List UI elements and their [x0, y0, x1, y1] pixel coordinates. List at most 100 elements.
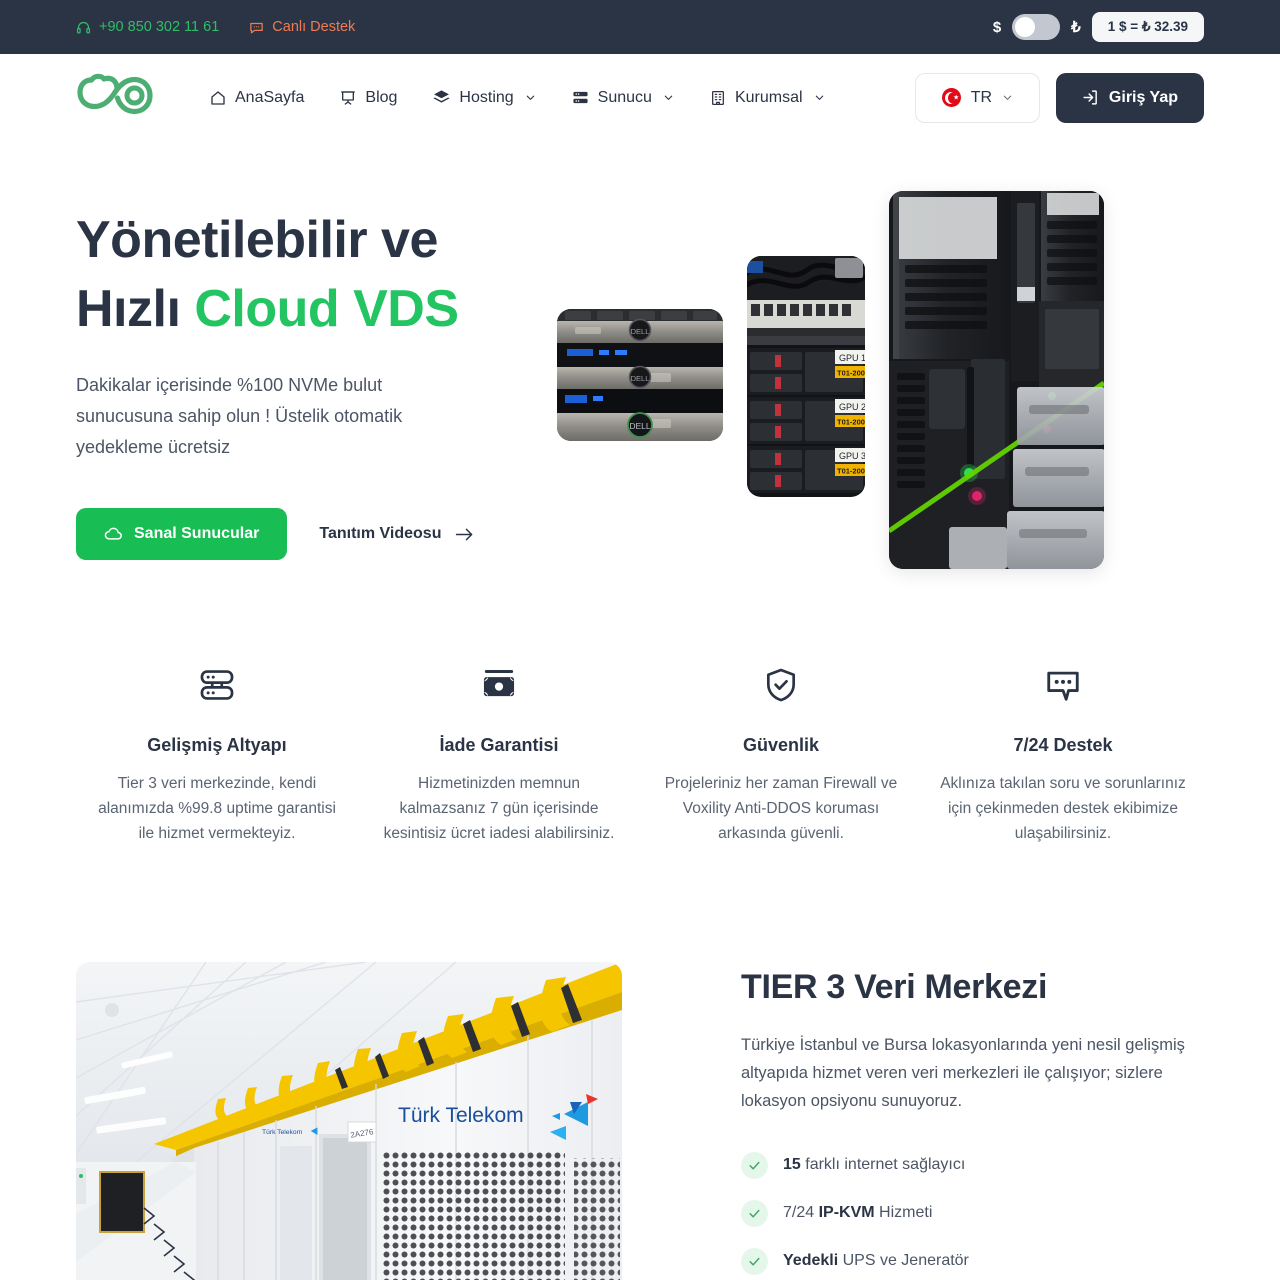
- layers-icon: [433, 89, 451, 106]
- main-navigation: AnaSayfa Blog Hosting Sunucu Kurumsal: [192, 81, 843, 115]
- hero-title-line1: Yönetilebilir ve: [76, 211, 438, 269]
- feature-card-guvenlik: Güvenlik Projeleriniz her zaman Firewall…: [640, 663, 922, 846]
- list-item-bold: IP-KVM: [818, 1204, 875, 1222]
- top-bar: +90 850 302 11 61 Canlı Destek $ ₺ 1 $ =…: [0, 0, 1280, 54]
- easel-icon: [340, 90, 356, 106]
- server-icon: [572, 89, 589, 106]
- site-header: AnaSayfa Blog Hosting Sunucu Kurumsal ★ …: [0, 54, 1280, 141]
- feature-text: Tier 3 veri merkezinde, kendi alanımızda…: [98, 775, 336, 843]
- feature-text: Projeleriniz her zaman Firewall ve Voxil…: [664, 775, 898, 843]
- tier3-title: TIER 3 Veri Merkezi: [741, 967, 1048, 1006]
- hero-section: Yönetilebilir ve Hızlı Cloud VDS Dakikal…: [0, 141, 1280, 569]
- hero-subtitle: Dakikalar içerisinde %100 NVMe bulut sun…: [76, 375, 403, 458]
- language-selector[interactable]: TR: [914, 72, 1040, 123]
- list-item-pre: 7/24: [783, 1204, 819, 1222]
- svg-text:DELL: DELL: [629, 421, 651, 431]
- sanal-sunucular-button[interactable]: Sanal Sunucular: [76, 508, 288, 561]
- tier3-description: Türkiye İstanbul ve Bursa lokasyonlarınd…: [741, 1035, 1185, 1111]
- nav-label: Blog: [365, 88, 398, 106]
- page-title: Yönetilebilir ve Hızlı Cloud VDS: [76, 206, 546, 344]
- header-actions: TR Giriş Yap: [914, 72, 1204, 123]
- currency-toggle[interactable]: [1012, 14, 1061, 40]
- exchange-rate-pill: 1 $ = ₺ 32.39: [1091, 12, 1204, 42]
- nav-label: Kurumsal: [734, 88, 803, 106]
- svg-text:T01-2003: T01-2003: [837, 418, 865, 427]
- nav-label: AnaSayfa: [235, 88, 305, 106]
- dell-servers-photo: DELL DELL DELL: [557, 309, 723, 441]
- feature-text: Aklınıza takılan soru ve sorunlarınız iç…: [940, 775, 1186, 843]
- features-section: Gelişmiş Altyapı Tier 3 veri merkezinde,…: [0, 560, 1280, 846]
- list-item-rest: UPS ve Jeneratör: [838, 1252, 969, 1270]
- hero-actions: Sanal Sunucular Tanıtım Videosu: [76, 508, 546, 561]
- nav-item-hosting[interactable]: Hosting: [415, 81, 553, 115]
- money-bill-icon: [376, 663, 622, 707]
- list-item-rest: farklı internet sağlayıcı: [800, 1156, 966, 1174]
- shield-check-icon: [658, 663, 904, 707]
- chevron-down-icon: [525, 92, 536, 103]
- svg-text:Türk Telekom: Türk Telekom: [398, 1104, 524, 1127]
- chevron-down-icon: [663, 92, 674, 103]
- feature-title: 7/24 Destek: [1013, 735, 1113, 756]
- hero-copy: Yönetilebilir ve Hızlı Cloud VDS Dakikal…: [76, 184, 546, 561]
- chat-icon: [249, 20, 264, 35]
- tier3-content: TIER 3 Veri Merkezi Türkiye İstanbul ve …: [622, 962, 1204, 1280]
- phone-link[interactable]: +90 850 302 11 61: [76, 19, 219, 35]
- tanitim-videosu-link[interactable]: Tanıtım Videosu: [305, 525, 488, 543]
- chevron-down-icon: [814, 92, 825, 103]
- hero-image-collage: DELL DELL DELL GPU 1 T01-200 GPU 2 T01-2…: [546, 184, 1204, 569]
- language-label: TR: [970, 88, 993, 106]
- tanitim-videosu-label: Tanıtım Videosu: [319, 525, 442, 543]
- feature-card-destek: 7/24 Destek Aklınıza takılan soru ve sor…: [922, 663, 1204, 846]
- hero-title-accent: Cloud VDS: [194, 280, 459, 339]
- phone-number: +90 850 302 11 61: [99, 19, 220, 35]
- nav-label: Hosting: [459, 88, 514, 106]
- check-icon: [741, 1151, 768, 1179]
- svg-text:DELL: DELL: [631, 374, 650, 383]
- usd-symbol: $: [992, 18, 1002, 36]
- cloud-infinity-logo[interactable]: [76, 72, 156, 124]
- check-icon: [741, 1247, 768, 1275]
- try-symbol: ₺: [1071, 19, 1081, 36]
- headset-icon: [76, 20, 91, 35]
- building-icon: [710, 90, 726, 106]
- nav-label: Sunucu: [597, 88, 652, 106]
- login-label: Giriş Yap: [1108, 88, 1178, 106]
- turkey-flag-icon: [941, 88, 961, 107]
- list-item-text: Yedekli UPS ve Jeneratör: [783, 1252, 969, 1270]
- svg-text:GPU 2: GPU 2: [839, 402, 865, 412]
- chat-dots-icon: [940, 663, 1186, 707]
- tier3-section: 2A276 Türk Telekom Türk Telekom TIER 3 V…: [0, 847, 1280, 1280]
- feature-title: Gelişmiş Altyapı: [147, 735, 287, 756]
- database-stack-icon: [94, 663, 340, 707]
- nav-item-kurumsal[interactable]: Kurumsal: [692, 81, 843, 115]
- nav-item-blog[interactable]: Blog: [322, 81, 415, 115]
- list-item: 7/24 IP-KVM Hizmeti: [741, 1199, 1204, 1227]
- list-item-text: 15 farklı internet sağlayıcı: [783, 1156, 965, 1174]
- server-rack-closeup-photo: [889, 191, 1104, 569]
- list-item-bold: Yedekli: [783, 1252, 839, 1270]
- svg-text:T01-2002: T01-2002: [837, 369, 865, 378]
- feature-card-iade: İade Garantisi Hizmetinizden memnun kalm…: [358, 663, 640, 846]
- svg-text:DELL: DELL: [631, 327, 650, 336]
- turk-telekom-datacenter-photo: 2A276 Türk Telekom Türk Telekom: [76, 961, 622, 1280]
- hero-title-line2: Hızlı: [76, 280, 195, 339]
- svg-text:Türk Telekom: Türk Telekom: [262, 1129, 303, 1136]
- chevron-down-icon: [1002, 92, 1013, 103]
- tier3-feature-list: 15 farklı internet sağlayıcı 7/24 IP-KVM…: [741, 1151, 1204, 1280]
- sanal-sunucular-label: Sanal Sunucular: [134, 525, 260, 543]
- top-bar-left: +90 850 302 11 61 Canlı Destek: [76, 19, 355, 35]
- nav-item-anasayfa[interactable]: AnaSayfa: [192, 81, 322, 115]
- login-icon: [1082, 89, 1099, 106]
- arrow-right-icon: [455, 527, 474, 542]
- currency-switcher: $ ₺ 1 $ = ₺ 32.39: [993, 12, 1204, 42]
- login-button[interactable]: Giriş Yap: [1055, 72, 1204, 123]
- list-item-text: 7/24 IP-KVM Hizmeti: [783, 1204, 932, 1222]
- svg-text:GPU 1: GPU 1: [839, 353, 865, 363]
- svg-text:GPU 3: GPU 3: [839, 451, 865, 461]
- live-support-label: Canlı Destek: [272, 19, 356, 35]
- check-icon: [741, 1199, 768, 1227]
- feature-card-altyapi: Gelişmiş Altyapı Tier 3 veri merkezinde,…: [76, 663, 358, 846]
- feature-text: Hizmetinizden memnun kalmazsanız 7 gün i…: [383, 775, 615, 843]
- nav-item-sunucu[interactable]: Sunucu: [554, 81, 692, 115]
- live-support-link[interactable]: Canlı Destek: [249, 19, 355, 35]
